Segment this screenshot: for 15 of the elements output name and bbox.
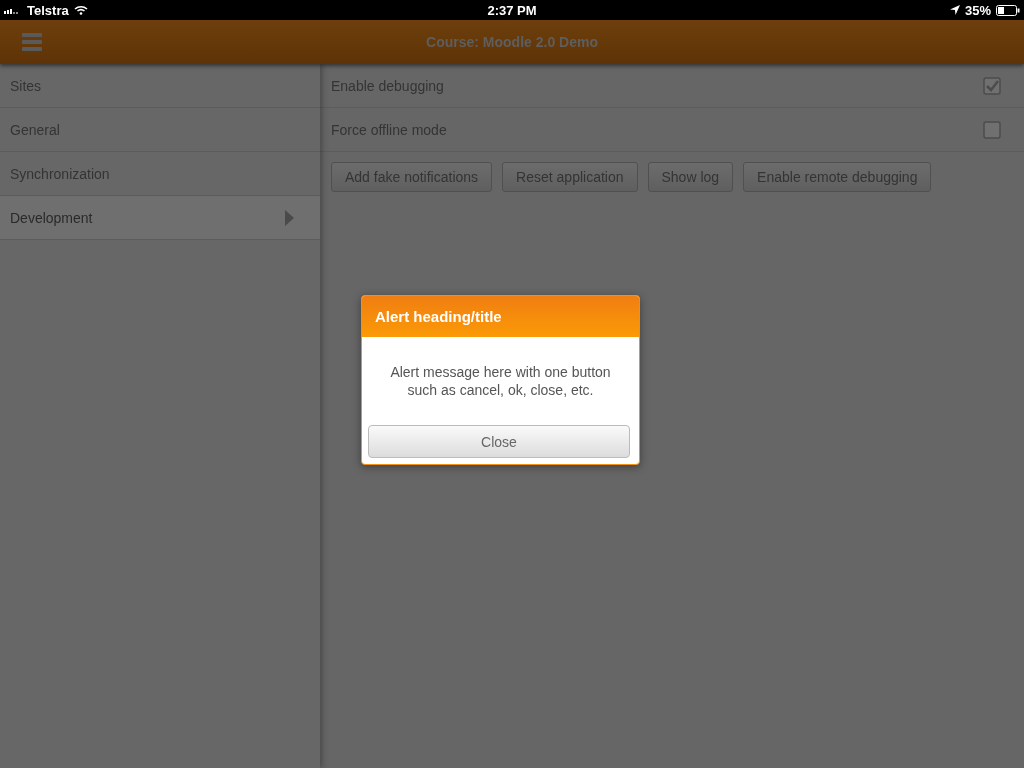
checkbox[interactable]: [983, 120, 1001, 139]
sidebar-item[interactable]: Development: [0, 196, 320, 240]
alert-message: Alert message here with one button such as cancel, ok, close, etc.: [389, 363, 612, 400]
close-button[interactable]: Close: [368, 425, 630, 458]
battery-icon: [996, 4, 1020, 16]
checkbox[interactable]: [983, 76, 1001, 95]
wifi-icon: [73, 5, 88, 15]
location-arrow-icon: [949, 5, 960, 15]
status-time: 2:37 PM: [487, 2, 537, 18]
menu-icon[interactable]: [22, 32, 42, 52]
carrier-name: Telstra: [27, 2, 69, 18]
battery-percent: 35%: [964, 2, 991, 18]
alert-title: Alert heading/title: [362, 296, 639, 337]
chevron-right-icon: [285, 209, 294, 226]
header-title: Course: Moodle 2.0 Demo: [426, 34, 598, 50]
